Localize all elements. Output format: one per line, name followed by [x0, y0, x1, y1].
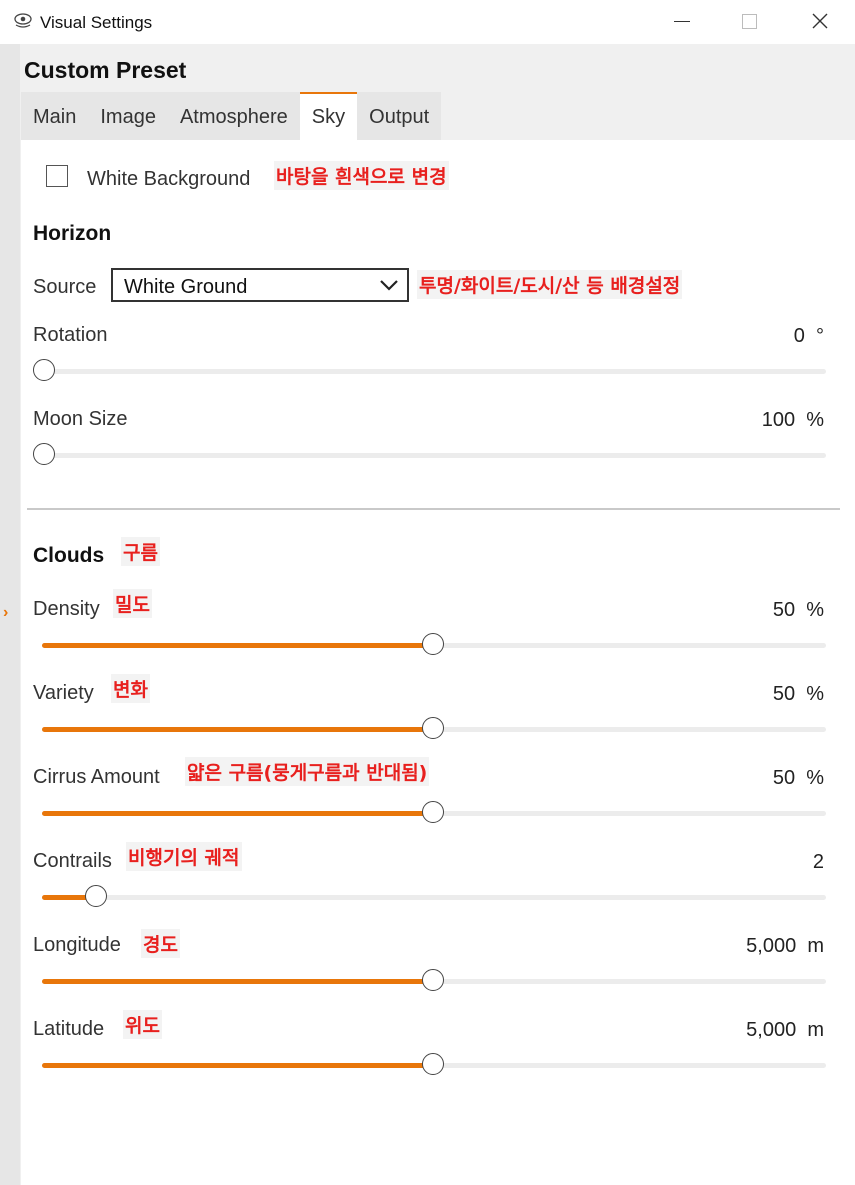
contrails-value: 2 [812, 851, 824, 873]
annotation-variety: 변화 [111, 674, 150, 703]
rotation-label: Rotation [33, 324, 108, 346]
maximize-button[interactable] [726, 0, 772, 44]
eye-icon [14, 13, 32, 28]
slider-thumb[interactable] [33, 443, 55, 465]
annotation-white-background: 바탕을 흰색으로 변경 [274, 161, 449, 190]
moon-size-value: 100 % [761, 409, 824, 431]
density-value: 50 % [772, 599, 824, 621]
slider-thumb[interactable] [33, 359, 55, 381]
clouds-heading: Clouds [33, 544, 105, 567]
source-label: Source [33, 276, 97, 298]
sky-settings-panel: White Background 바탕을 흰색으로 변경 Horizon Sou… [21, 140, 855, 1185]
preset-title: Custom Preset [24, 57, 187, 83]
annotation-clouds: 구름 [121, 537, 160, 566]
slider-thumb[interactable] [422, 801, 444, 823]
minimize-button[interactable] [659, 0, 705, 44]
cirrus-amount-label: Cirrus Amount [33, 766, 160, 788]
slider-track [42, 369, 826, 374]
horizon-heading: Horizon [33, 222, 112, 245]
slider-thumb[interactable] [422, 1053, 444, 1075]
tab-main[interactable]: Main [21, 92, 89, 140]
chevron-down-icon [380, 280, 398, 291]
latitude-label: Latitude [33, 1018, 105, 1040]
annotation-cirrus: 얇은 구름(뭉게구름과 반대됨) [185, 757, 430, 786]
moon-size-label: Moon Size [33, 408, 128, 430]
slider-track [42, 453, 826, 458]
contrails-slider[interactable] [42, 884, 826, 910]
title-bar: Visual Settings [0, 0, 855, 44]
slider-thumb[interactable] [84, 885, 107, 907]
annotation-longitude: 경도 [141, 929, 180, 958]
white-background-label: White Background [87, 168, 251, 190]
density-label: Density [33, 598, 100, 620]
close-button[interactable] [797, 0, 843, 44]
annotation-latitude: 위도 [123, 1010, 162, 1039]
annotation-contrails: 비행기의 궤적 [126, 842, 242, 871]
contrails-label: Contrails [33, 850, 112, 872]
slider-thumb[interactable] [422, 969, 444, 991]
slider-fill [42, 811, 434, 816]
longitude-value: 5,000 m [746, 935, 824, 957]
longitude-label: Longitude [33, 934, 121, 956]
slider-fill [42, 643, 434, 648]
slider-thumb[interactable] [422, 717, 444, 739]
tab-bar: Main Image Atmosphere Sky Output [21, 92, 442, 140]
annotation-density: 밀도 [113, 589, 152, 618]
slider-thumb[interactable] [422, 633, 444, 655]
slider-track [42, 895, 826, 900]
variety-value: 50 % [772, 683, 824, 705]
section-divider [27, 508, 840, 510]
longitude-slider[interactable] [42, 968, 826, 994]
slider-fill [42, 979, 434, 984]
moon-size-slider[interactable] [33, 442, 826, 468]
white-background-checkbox[interactable] [46, 165, 68, 187]
rotation-slider[interactable] [33, 358, 826, 384]
latitude-value: 5,000 m [746, 1019, 824, 1041]
tab-image[interactable]: Image [88, 92, 168, 140]
slider-fill [42, 727, 434, 732]
density-slider[interactable] [42, 632, 826, 658]
source-dropdown[interactable]: White Ground [111, 268, 409, 302]
variety-label: Variety [33, 682, 94, 704]
source-dropdown-value: White Ground [124, 276, 248, 298]
cirrus-amount-value: 50 % [772, 767, 824, 789]
variety-slider[interactable] [42, 716, 826, 742]
latitude-slider[interactable] [42, 1052, 826, 1078]
annotation-source: 투명/화이트/도시/산 등 배경설정 [417, 270, 683, 299]
close-icon [812, 13, 828, 29]
tab-sky[interactable]: Sky [299, 92, 358, 140]
tab-atmosphere[interactable]: Atmosphere [167, 92, 300, 140]
slider-fill [42, 1063, 434, 1068]
tab-output[interactable]: Output [357, 92, 442, 140]
chevron-right-icon[interactable]: › [3, 604, 8, 622]
rotation-value: 0 ° [793, 325, 824, 347]
cirrus-amount-slider[interactable] [42, 800, 826, 826]
window-title: Visual Settings [40, 13, 153, 32]
